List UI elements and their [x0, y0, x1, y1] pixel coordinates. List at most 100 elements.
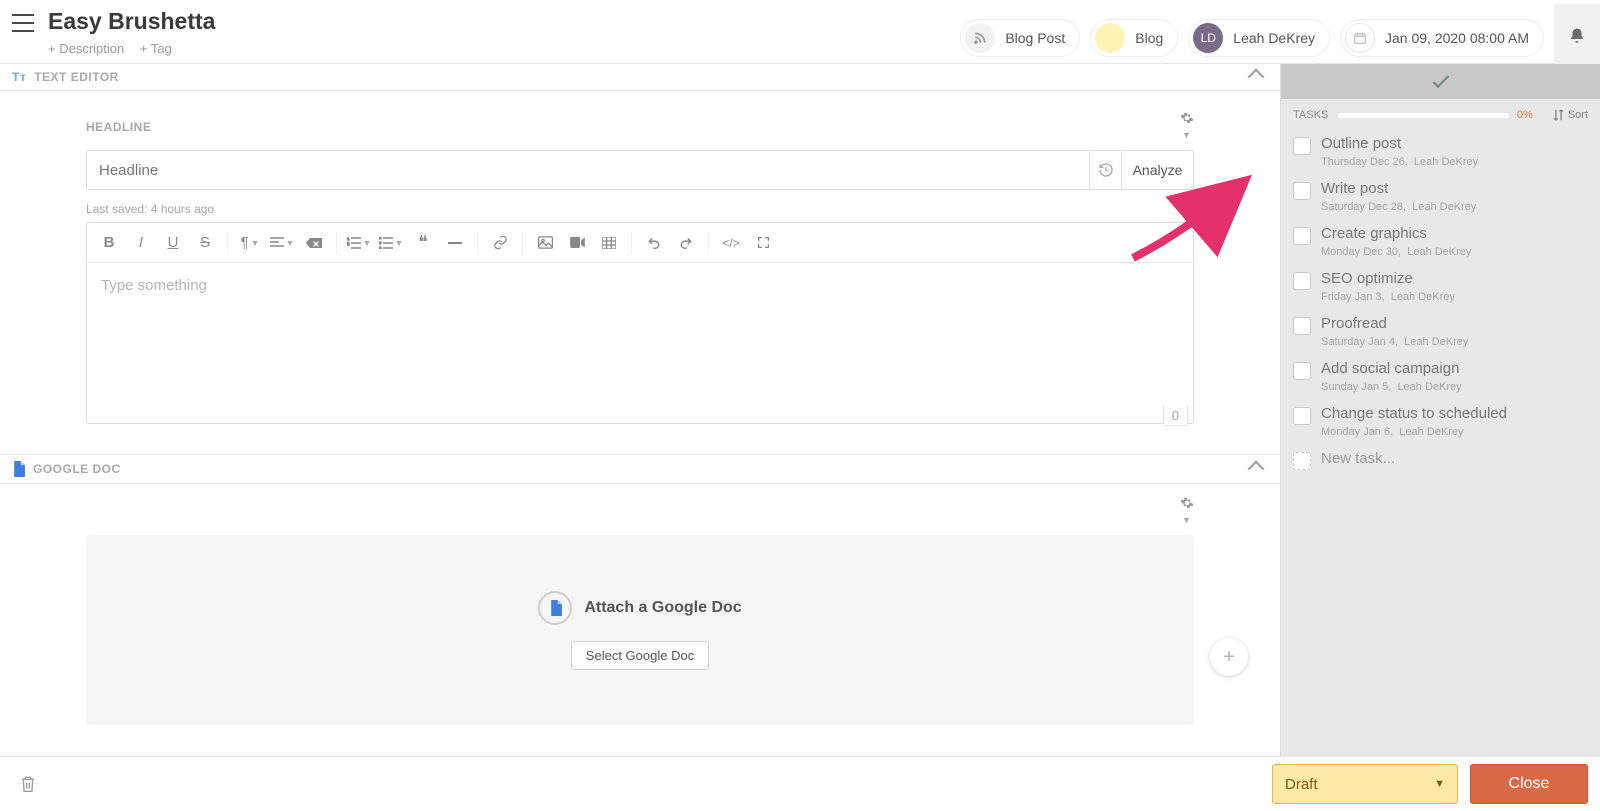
collapse-text-editor[interactable]	[1248, 69, 1265, 86]
analyze-button[interactable]: Analyze	[1121, 151, 1193, 189]
page-title[interactable]: Easy Brushetta	[48, 8, 215, 35]
schedule-pill[interactable]: Jan 09, 2020 08:00 AM	[1340, 19, 1544, 57]
tasks-label: TASKS	[1293, 109, 1328, 121]
table-icon[interactable]	[593, 228, 625, 258]
add-section-button[interactable]: +	[1210, 638, 1248, 676]
chevron-down-icon: ▼	[1434, 778, 1445, 790]
menu-icon[interactable]	[12, 14, 34, 32]
task-title: Proofread	[1321, 315, 1468, 332]
task-row[interactable]: Create graphics Monday Dec 30, Leah DeKre…	[1281, 221, 1600, 266]
task-checkbox[interactable]	[1293, 272, 1311, 290]
close-button[interactable]: Close	[1470, 764, 1588, 804]
task-meta: Monday Jan 6, Leah DeKrey	[1321, 426, 1507, 438]
task-title: Create graphics	[1321, 225, 1471, 242]
main-area: Tᴛ TEXT EDITOR HEADLINE ▼ Analyze Last s…	[0, 64, 1280, 756]
footer: Draft ▼ Close	[0, 756, 1600, 811]
task-title: Change status to scheduled	[1321, 405, 1507, 422]
calendar-color-icon	[1095, 23, 1125, 53]
clear-format-icon[interactable]	[298, 228, 330, 258]
calendar-pill[interactable]: Blog	[1090, 19, 1178, 57]
new-task-checkbox[interactable]	[1293, 452, 1311, 470]
task-meta: Thursday Dec 26, Leah DeKrey	[1321, 156, 1478, 168]
delete-button[interactable]	[20, 775, 36, 793]
editor-toolbar: B I U S ¶▼ ▼ 12▼	[87, 223, 1193, 263]
editor-box: B I U S ¶▼ ▼ 12▼	[86, 222, 1194, 424]
add-description-link[interactable]: + Description	[48, 41, 124, 56]
content-type-label: Blog Post	[1005, 30, 1065, 46]
gdoc-settings-icon[interactable]: ▼	[1180, 496, 1194, 527]
task-checkbox[interactable]	[1293, 362, 1311, 380]
task-row[interactable]: Add social campaign Sunday Jan 5, Leah De…	[1281, 356, 1600, 401]
task-row[interactable]: ProofreadSaturday Jan 4, Leah DeKrey	[1281, 311, 1600, 356]
body: Tᴛ TEXT EDITOR HEADLINE ▼ Analyze Last s…	[0, 64, 1600, 756]
google-doc-card: Attach a Google Doc Select Google Doc	[86, 535, 1194, 725]
paragraph-format-icon[interactable]: ¶▼	[234, 228, 266, 258]
task-row[interactable]: Write post Saturday Dec 28, Leah DeKrey	[1281, 176, 1600, 221]
quote-icon[interactable]: ❝	[407, 228, 439, 258]
task-row[interactable]: SEO optimizeFriday Jan 3, Leah DeKrey	[1281, 266, 1600, 311]
task-checkbox[interactable]	[1293, 137, 1311, 155]
tasks-progress-bar	[1338, 113, 1509, 118]
headline-input[interactable]	[87, 151, 1089, 189]
fullscreen-icon[interactable]	[747, 228, 779, 258]
content-type-pill[interactable]: Blog Post	[960, 19, 1080, 57]
header: Easy Brushetta + Description + Tag Blog …	[0, 0, 1600, 64]
text-editor-label: TEXT EDITOR	[34, 70, 119, 84]
unordered-list-icon[interactable]: ▼	[375, 228, 407, 258]
status-dropdown[interactable]: Draft ▼	[1272, 764, 1458, 804]
new-task-row[interactable]: New task...	[1281, 446, 1600, 478]
tasks-panel: TASKS 0% Sort Outline postThursday Dec 2…	[1280, 64, 1600, 756]
notifications-button[interactable]	[1554, 4, 1600, 68]
strikethrough-icon[interactable]: S	[189, 228, 221, 258]
task-checkbox[interactable]	[1293, 407, 1311, 425]
code-view-icon[interactable]: </>	[715, 228, 747, 258]
trash-icon	[20, 775, 36, 793]
title-block: Easy Brushetta + Description + Tag	[48, 8, 215, 56]
section-bar-google-doc[interactable]: GOOGLE DOC	[0, 454, 1280, 484]
undo-icon[interactable]	[638, 228, 670, 258]
word-count: 0	[1163, 406, 1188, 426]
italic-icon[interactable]: I	[125, 228, 157, 258]
last-saved-text: Last saved: 4 hours ago	[86, 202, 1194, 216]
video-icon[interactable]	[561, 228, 593, 258]
editor-body[interactable]: Type something	[87, 263, 1193, 423]
task-meta: Monday Dec 30, Leah DeKrey	[1321, 246, 1471, 258]
bold-icon[interactable]: B	[93, 228, 125, 258]
hr-icon[interactable]	[439, 228, 471, 258]
task-row[interactable]: Change status to scheduled Monday Jan 6, …	[1281, 401, 1600, 446]
image-icon[interactable]	[529, 228, 561, 258]
headline-history-icon[interactable]	[1089, 151, 1121, 189]
select-google-doc-button[interactable]: Select Google Doc	[571, 641, 709, 670]
header-left: Easy Brushetta + Description + Tag	[8, 8, 215, 56]
calendar-icon	[1345, 23, 1375, 53]
task-row[interactable]: Outline postThursday Dec 26, Leah DeKrey	[1281, 131, 1600, 176]
schedule-date: Jan 09, 2020 08:00 AM	[1385, 30, 1529, 46]
task-meta: Sunday Jan 5, Leah DeKrey	[1321, 381, 1462, 393]
sort-label: Sort	[1568, 109, 1588, 121]
underline-icon[interactable]: U	[157, 228, 189, 258]
check-icon	[1432, 75, 1450, 89]
collapse-google-doc[interactable]	[1248, 461, 1265, 478]
redo-icon[interactable]	[670, 228, 702, 258]
link-icon[interactable]	[484, 228, 516, 258]
task-meta: Saturday Dec 28, Leah DeKrey	[1321, 201, 1476, 213]
task-title: Write post	[1321, 180, 1476, 197]
tasks-sort-button[interactable]: Sort	[1553, 109, 1588, 121]
task-title: Add social campaign	[1321, 360, 1462, 377]
owner-pill[interactable]: LD Leah DeKrey	[1188, 19, 1330, 57]
tasks-panel-header[interactable]	[1281, 64, 1600, 99]
tasks-percent: 0%	[1517, 109, 1533, 121]
text-editor-content: HEADLINE ▼ Analyze Last saved: 4 hours a…	[0, 91, 1280, 454]
task-checkbox[interactable]	[1293, 317, 1311, 335]
google-doc-icon	[12, 461, 25, 477]
calendar-label: Blog	[1135, 30, 1163, 46]
ordered-list-icon[interactable]: 12▼	[343, 228, 375, 258]
sub-links: + Description + Tag	[48, 41, 215, 56]
task-checkbox[interactable]	[1293, 227, 1311, 245]
add-tag-link[interactable]: + Tag	[140, 41, 172, 56]
editor-placeholder: Type something	[101, 277, 207, 294]
editor-settings-icon[interactable]: ▼	[1180, 111, 1194, 142]
task-checkbox[interactable]	[1293, 182, 1311, 200]
section-bar-text-editor[interactable]: Tᴛ TEXT EDITOR	[0, 64, 1280, 91]
align-icon[interactable]: ▼	[266, 228, 298, 258]
